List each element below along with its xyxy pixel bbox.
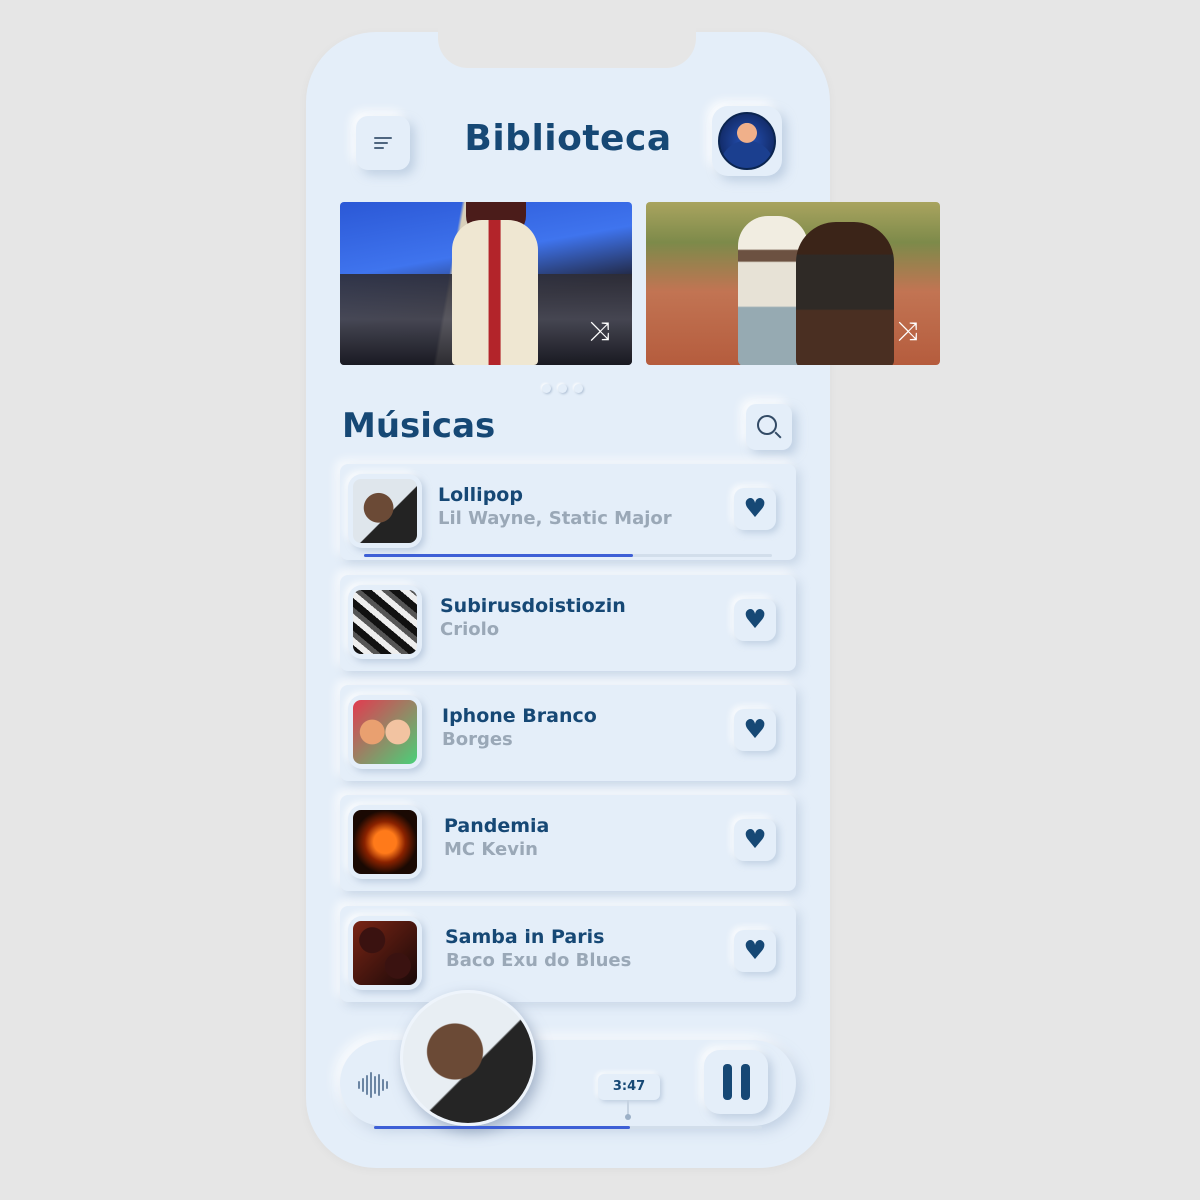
carousel-dot[interactable] (558, 384, 567, 393)
album-art-figure-right (796, 222, 894, 365)
playlist-card-2[interactable]: ⤨ (646, 202, 940, 365)
favorite-button[interactable]: ♥ (734, 599, 776, 641)
search-icon (757, 415, 777, 435)
heart-icon: ♥ (743, 605, 767, 635)
pause-button[interactable] (704, 1050, 768, 1114)
track-row[interactable]: Pandemia MC Kevin ♥ (340, 795, 796, 891)
player-progress-bar[interactable] (374, 1126, 762, 1129)
album-art-figure (452, 220, 538, 365)
track-artist: Criolo (440, 619, 500, 640)
album-cover (353, 921, 417, 985)
favorite-button[interactable]: ♥ (734, 930, 776, 972)
waveform-icon (358, 1072, 388, 1098)
track-row[interactable]: Iphone Branco Borges ♥ (340, 685, 796, 781)
album-cover (353, 590, 417, 654)
album-cover (353, 479, 417, 543)
profile-button[interactable] (712, 106, 782, 176)
page-title: Biblioteca (464, 118, 672, 159)
track-row[interactable]: Subirusdoistiozin Criolo ♥ (340, 575, 796, 671)
shuffle-icon[interactable]: ⤨ (897, 319, 918, 345)
track-cover-frame (348, 474, 422, 548)
carousel-dot[interactable] (574, 384, 583, 393)
search-button[interactable] (746, 404, 792, 450)
favorite-button[interactable]: ♥ (734, 488, 776, 530)
songs-section-title: Músicas (342, 406, 496, 446)
track-title: Iphone Branco (442, 705, 597, 727)
track-artist: Baco Exu do Blues (446, 950, 632, 971)
pause-icon (740, 1064, 750, 1100)
heart-icon: ♥ (743, 494, 767, 524)
carousel-pagination (542, 384, 583, 393)
scrubber-handle[interactable] (625, 1114, 631, 1120)
favorite-button[interactable]: ♥ (734, 819, 776, 861)
track-title: Subirusdoistiozin (440, 595, 626, 617)
heart-icon: ♥ (743, 825, 767, 855)
track-title: Lollipop (438, 484, 523, 506)
favorite-button[interactable]: ♥ (734, 709, 776, 751)
track-artist: Borges (442, 729, 513, 750)
phone-notch (438, 28, 696, 68)
track-cover-frame (348, 695, 422, 769)
shuffle-icon[interactable]: ⤨ (589, 319, 610, 345)
now-playing-cover[interactable] (400, 990, 536, 1126)
track-artist: MC Kevin (444, 839, 538, 860)
track-title: Samba in Paris (445, 926, 605, 948)
heart-icon: ♥ (743, 715, 767, 745)
playlist-card-1[interactable]: ⤨ (340, 202, 632, 365)
heart-icon: ♥ (743, 936, 767, 966)
track-progress-bar[interactable] (364, 554, 772, 557)
track-title: Pandemia (444, 815, 550, 837)
track-row[interactable]: Lollipop Lil Wayne, Static Major ♥ (340, 464, 796, 560)
track-row[interactable]: Samba in Paris Baco Exu do Blues ♥ (340, 906, 796, 1002)
menu-button[interactable] (356, 116, 410, 170)
track-cover-frame (348, 585, 422, 659)
playback-time: 3:47 (598, 1074, 660, 1100)
album-cover (353, 700, 417, 764)
track-cover-frame (348, 805, 422, 879)
player-progress-fill (374, 1126, 631, 1129)
track-cover-frame (348, 916, 422, 990)
menu-icon (374, 134, 392, 152)
album-cover (353, 810, 417, 874)
track-progress-fill (364, 554, 634, 557)
track-artist: Lil Wayne, Static Major (438, 508, 672, 529)
user-avatar (718, 112, 776, 170)
carousel-dot[interactable] (542, 384, 551, 393)
pause-icon (722, 1064, 732, 1100)
